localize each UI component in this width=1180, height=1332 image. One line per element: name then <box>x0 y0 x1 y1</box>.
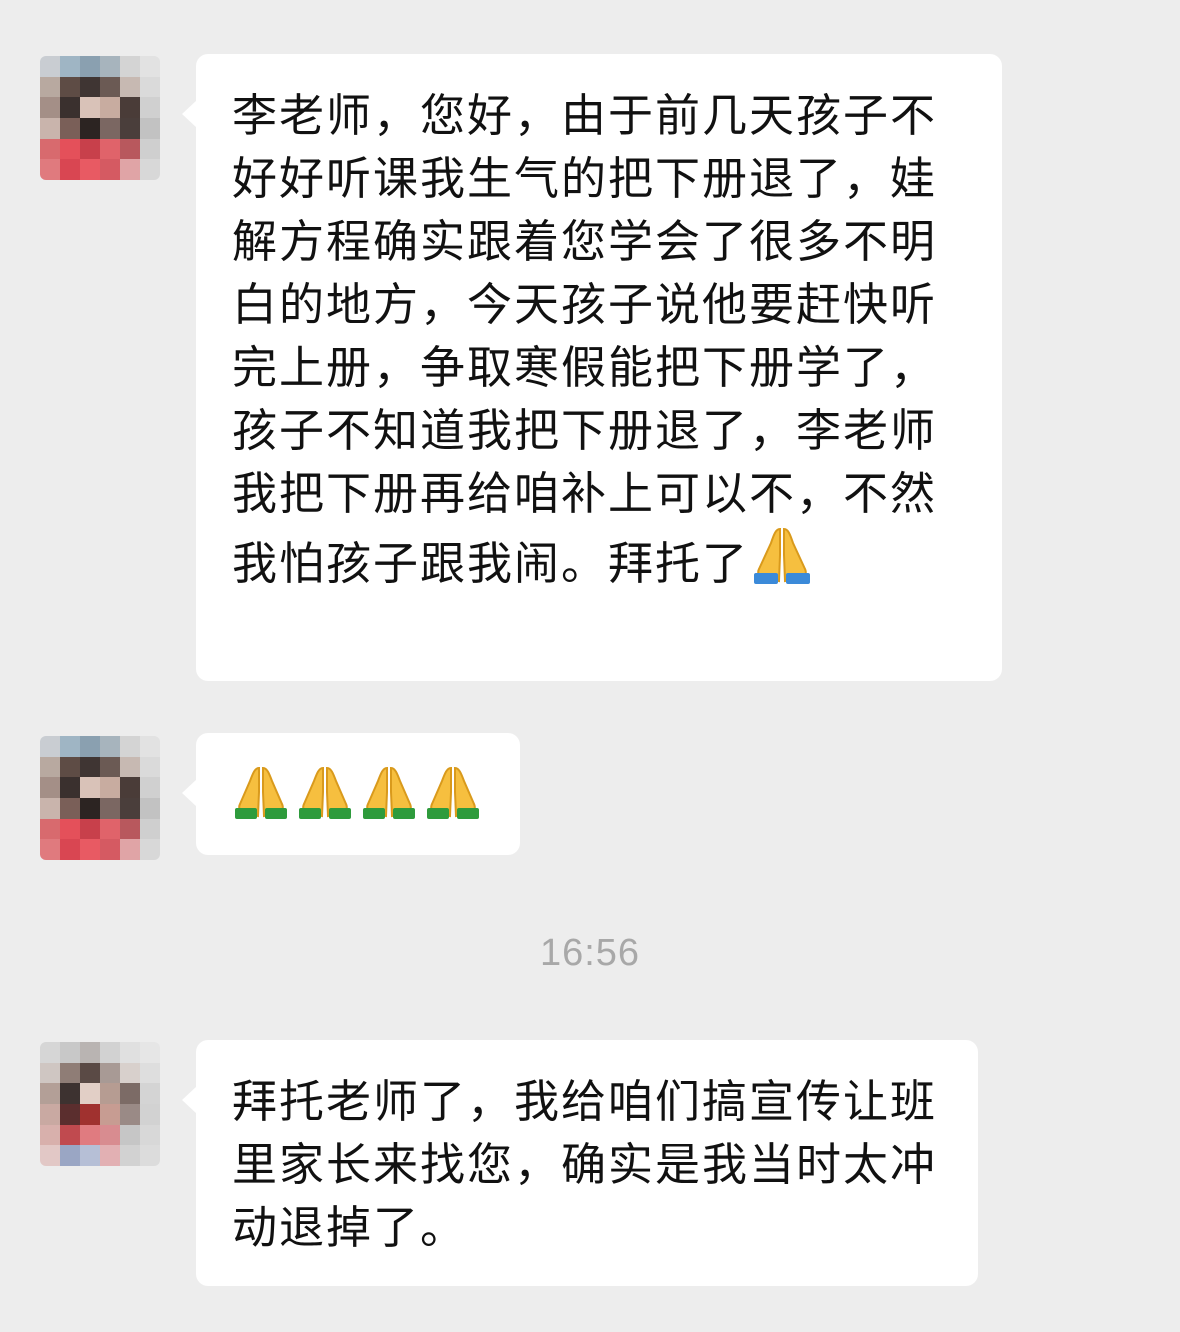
message-bubble[interactable]: 李老师，您好，由于前几天孩子不好好听课我生气的把下册退了，娃解方程确实跟着您学会… <box>182 54 1002 681</box>
folded-hands-emoji <box>749 525 815 601</box>
emoji-row <box>232 764 482 836</box>
folded-hands-emoji <box>360 764 418 836</box>
message-bubble[interactable] <box>182 733 520 855</box>
avatar[interactable] <box>40 56 160 180</box>
avatar[interactable] <box>40 736 160 860</box>
message-bubble[interactable]: 拜托老师了，我给咱们搞宣传让班里家长来找您，确实是我当时太冲动退掉了。 <box>182 1040 978 1286</box>
folded-hands-emoji <box>424 764 482 836</box>
timestamp: 16:56 <box>539 932 641 974</box>
folded-hands-emoji <box>232 764 290 836</box>
folded-hands-emoji <box>296 764 354 836</box>
message-text: 李老师，您好，由于前几天孩子不好好听课我生气的把下册退了，娃解方程确实跟着您学会… <box>232 89 938 590</box>
message-text: 拜托老师了，我给咱们搞宣传让班里家长来找您，确实是我当时太冲动退掉了。 <box>232 1075 938 1254</box>
avatar[interactable] <box>40 1042 160 1166</box>
